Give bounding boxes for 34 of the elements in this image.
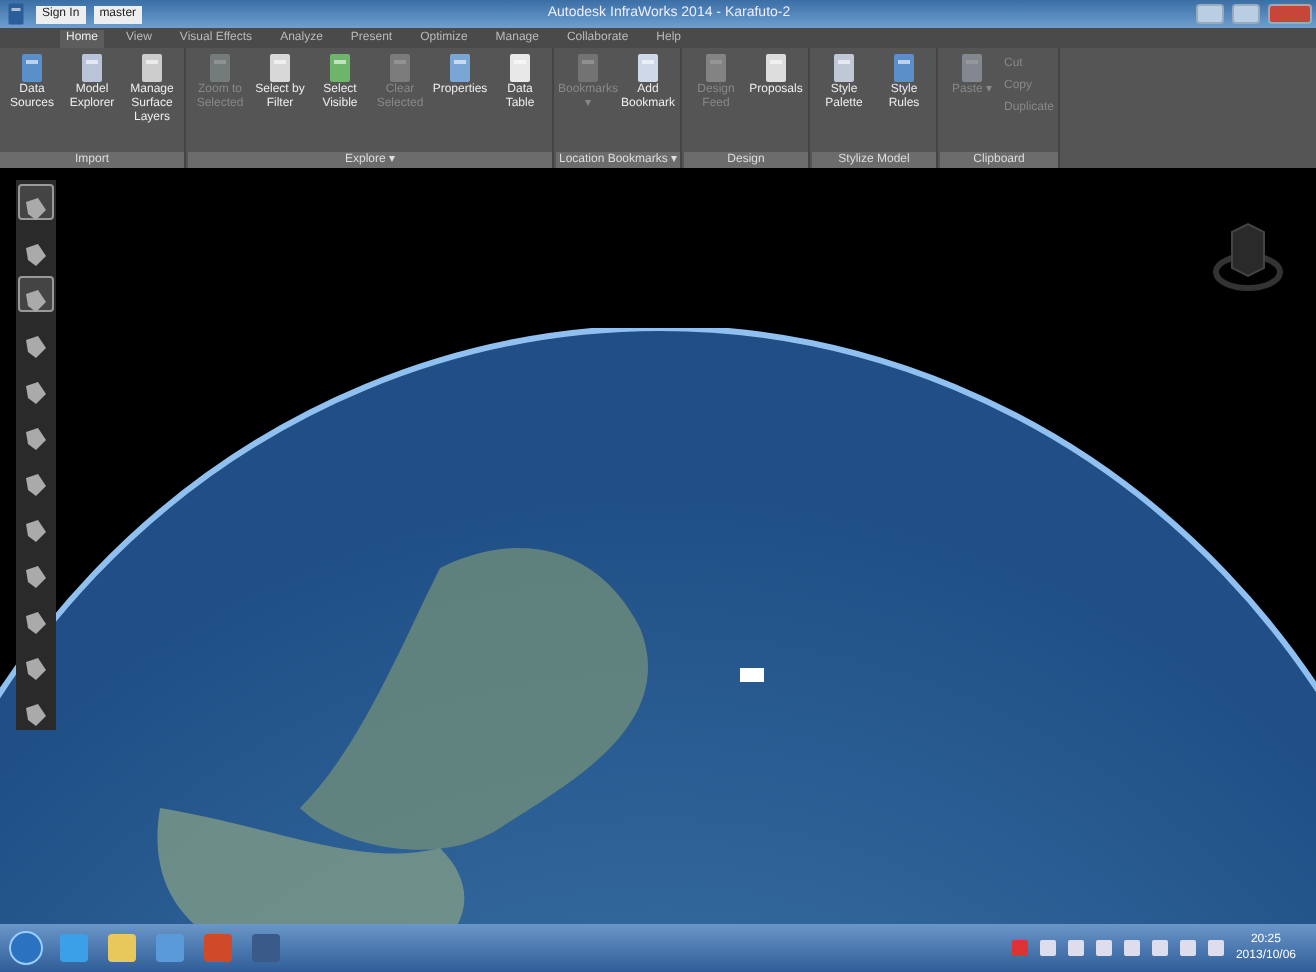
tool-icon	[20, 515, 52, 548]
tool-icon	[324, 52, 356, 84]
tool-icon	[20, 423, 52, 456]
tool-icon	[20, 377, 52, 410]
tool-icon	[136, 52, 168, 84]
tool-icon	[264, 52, 296, 84]
tool-icon	[384, 52, 416, 84]
tool-icon	[760, 52, 792, 84]
tool-icon	[632, 52, 664, 84]
tool-icon	[504, 52, 536, 84]
minimize-button[interactable]	[1196, 4, 1224, 24]
tool-icon	[20, 607, 52, 640]
tool-icon	[76, 52, 108, 84]
tool-icon	[20, 653, 52, 686]
toolbar-tool-button[interactable]	[18, 276, 54, 312]
tool-icon	[956, 52, 988, 84]
tool-icon	[20, 193, 52, 226]
app-logo-icon[interactable]	[4, 2, 28, 26]
tool-icon	[572, 52, 604, 84]
tool-icon	[20, 469, 52, 502]
maximize-button[interactable]	[1232, 4, 1260, 24]
tool-icon	[20, 561, 52, 594]
tool-icon	[828, 52, 860, 84]
tool-icon	[16, 52, 48, 84]
tool-icon	[444, 52, 476, 84]
tool-icon	[20, 239, 52, 272]
toolbar-tool-button[interactable]	[18, 184, 54, 220]
tool-icon	[20, 285, 52, 318]
tool-icon	[700, 52, 732, 84]
tool-icon	[888, 52, 920, 84]
tool-icon	[204, 52, 236, 84]
tool-icon	[20, 331, 52, 364]
close-button[interactable]	[1268, 4, 1312, 24]
tool-icon	[20, 699, 52, 732]
